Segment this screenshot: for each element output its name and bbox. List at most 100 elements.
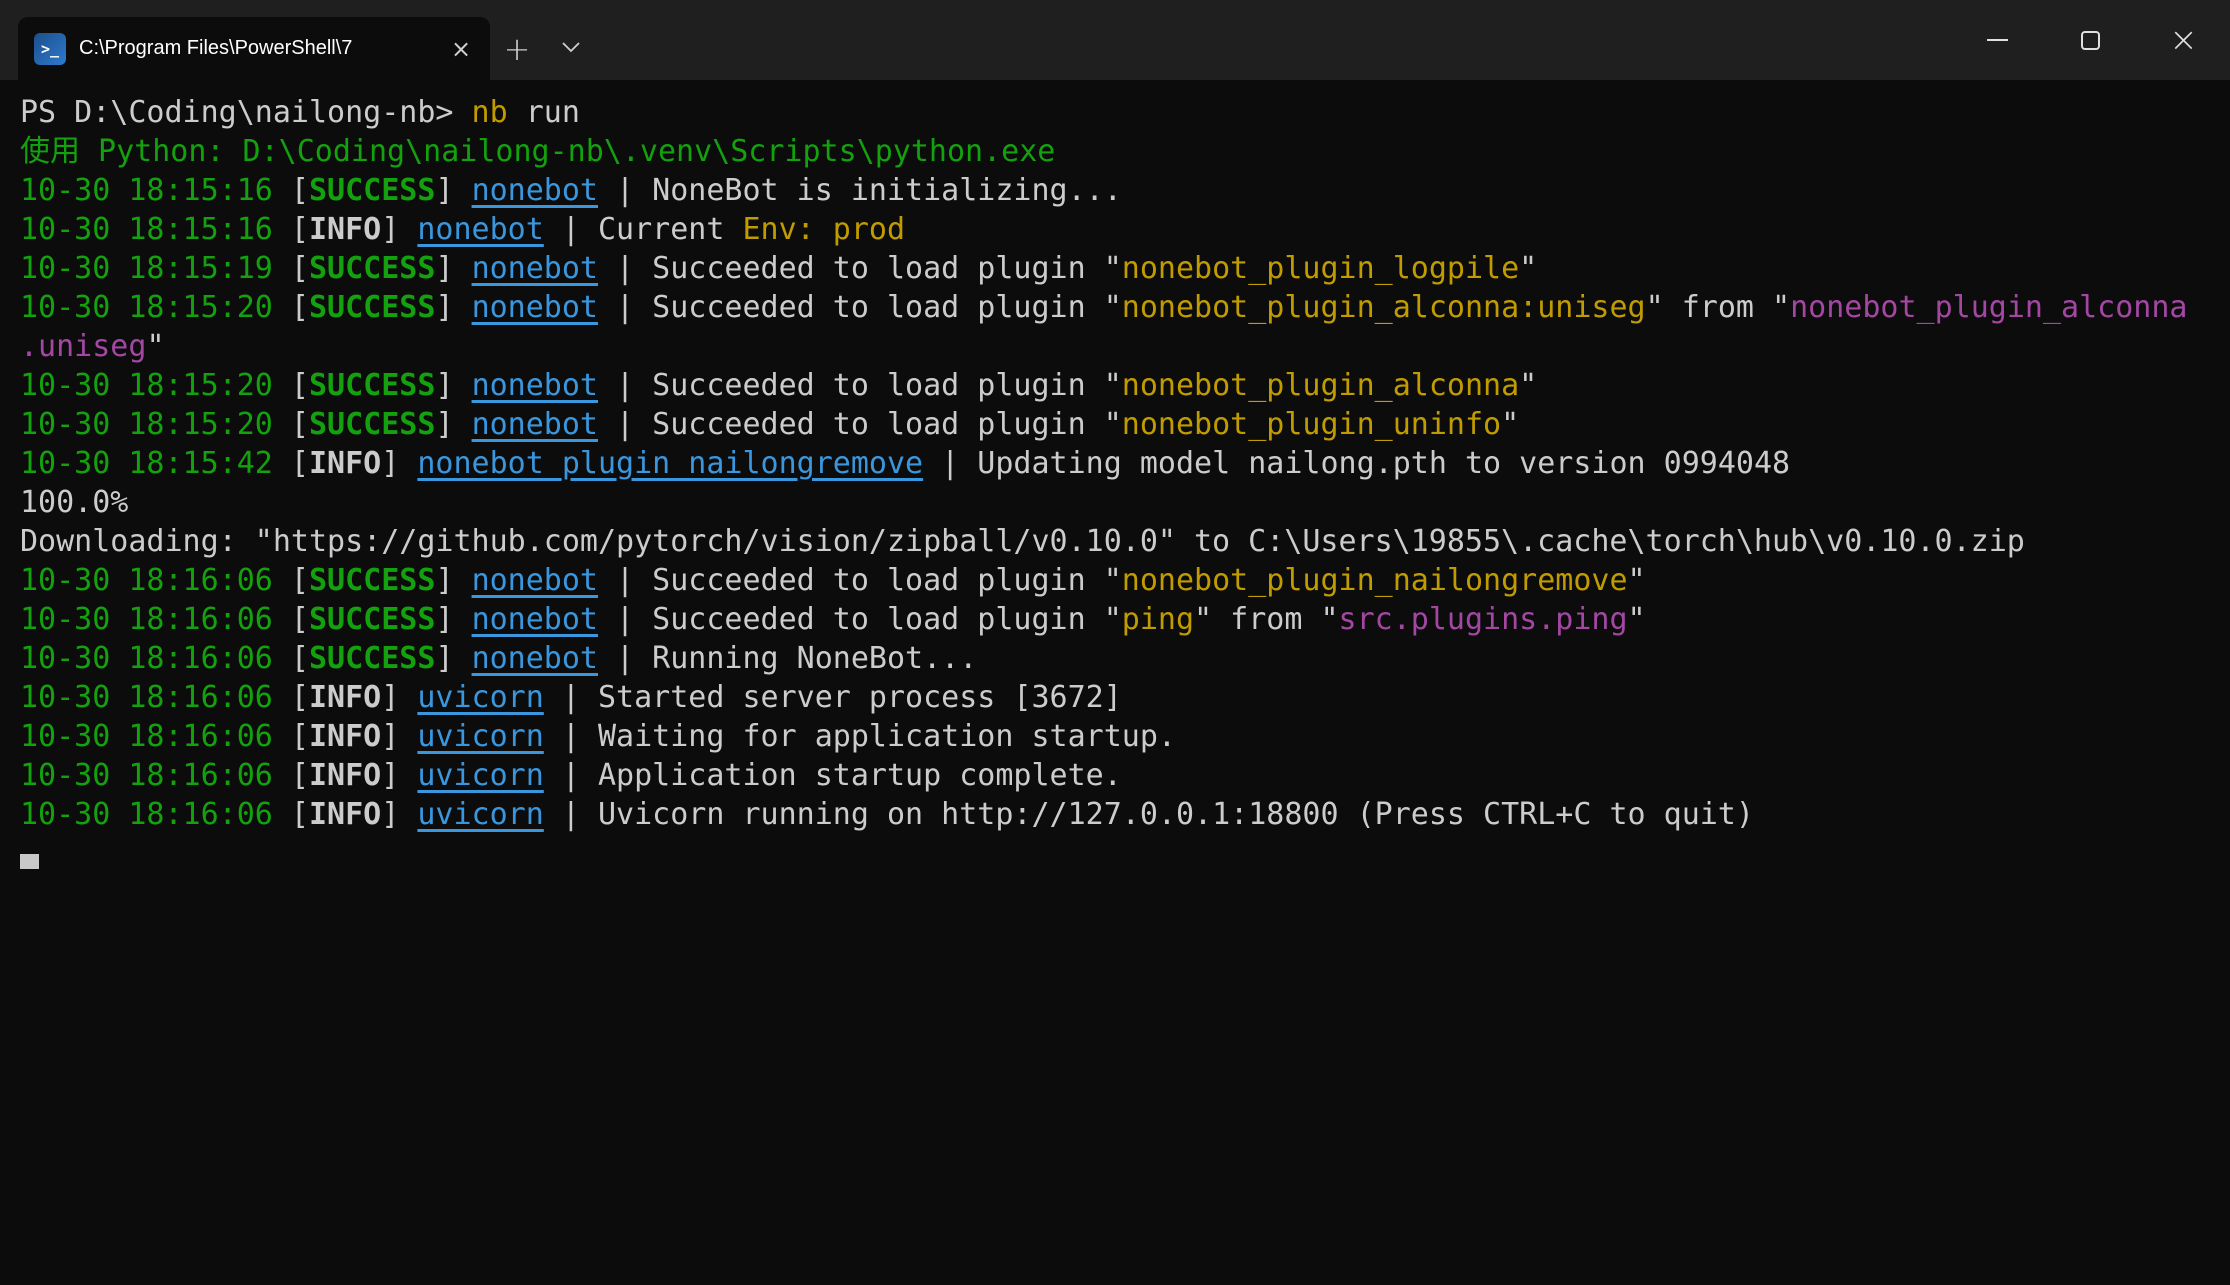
log-text: nonebot_plugin_uninfo: [1122, 407, 1501, 442]
logger-name: nonebot: [472, 407, 598, 442]
terminal-line: 10-30 18:15:19 [SUCCESS] nonebot | Succe…: [20, 249, 2210, 288]
log-text: | Succeeded to load plugin ": [598, 251, 1122, 286]
log-text: [: [273, 407, 309, 442]
log-text: Env: prod: [743, 212, 906, 247]
logger-name: nonebot: [472, 602, 598, 637]
log-text: [: [273, 563, 309, 598]
log-text: | Succeeded to load plugin ": [598, 290, 1122, 325]
log-text: 10-30 18:15:20: [20, 368, 273, 403]
log-text: ": [146, 329, 164, 364]
log-text: src.plugins.ping: [1339, 602, 1628, 637]
terminal-line: PS D:\Coding\nailong-nb> nb run: [20, 93, 2210, 132]
log-text: | Succeeded to load plugin ": [598, 407, 1122, 442]
log-text: 10-30 18:15:42: [20, 446, 273, 481]
log-text: SUCCESS: [309, 563, 435, 598]
log-text: | NoneBot is initializing...: [598, 173, 1122, 208]
log-text: 10-30 18:16:06: [20, 563, 273, 598]
logger-name: nonebot: [472, 368, 598, 403]
log-text: ]: [381, 446, 417, 481]
log-text: 10-30 18:15:16: [20, 212, 273, 247]
log-text: ]: [435, 290, 471, 325]
log-text: [: [273, 719, 309, 754]
tab-dropdown-button[interactable]: [544, 17, 598, 80]
logger-name: uvicorn: [417, 719, 543, 754]
log-text: | Current: [544, 212, 743, 247]
new-tab-button[interactable]: +: [490, 17, 544, 80]
log-text: nonebot_plugin_nailongremove: [1122, 563, 1628, 598]
terminal-line: 10-30 18:16:06 [INFO] uvicorn | Applicat…: [20, 756, 2210, 795]
log-text: nonebot_plugin_logpile: [1122, 251, 1519, 286]
maximize-button[interactable]: [2044, 0, 2137, 80]
tab-title: C:\Program Files\PowerShell\7: [79, 37, 429, 60]
log-text: INFO: [309, 719, 381, 754]
terminal-window: >_ C:\Program Files\PowerShell\7 × + × P…: [0, 0, 2230, 873]
log-text: 10-30 18:15:16: [20, 173, 273, 208]
terminal-line: Downloading: "https://github.com/pytorch…: [20, 522, 2210, 561]
chevron-down-icon: [562, 41, 580, 56]
log-text: 10-30 18:16:06: [20, 680, 273, 715]
terminal-line: .uniseg": [20, 327, 2210, 366]
log-text: INFO: [309, 212, 381, 247]
terminal-line: 使用 Python: D:\Coding\nailong-nb\.venv\Sc…: [20, 132, 2210, 171]
terminal-line: 10-30 18:15:42 [INFO] nonebot_plugin_nai…: [20, 444, 2210, 483]
log-text: 10-30 18:16:06: [20, 602, 273, 637]
log-text: [: [273, 212, 309, 247]
log-text: SUCCESS: [309, 290, 435, 325]
log-text: nb: [472, 95, 508, 130]
log-text: INFO: [309, 797, 381, 832]
log-text: ": [1519, 368, 1537, 403]
log-text: " from ": [1194, 602, 1339, 637]
log-text: ": [1628, 563, 1646, 598]
tab-powershell[interactable]: >_ C:\Program Files\PowerShell\7 ×: [18, 17, 490, 80]
logger-name: nonebot: [472, 290, 598, 325]
terminal-output: PS D:\Coding\nailong-nb> nb run使用 Python…: [20, 93, 2210, 834]
log-text: | Waiting for application startup.: [544, 719, 1176, 754]
log-text: [: [273, 758, 309, 793]
minimize-button[interactable]: [1951, 0, 2044, 80]
log-text: nonebot_plugin_alconna: [1122, 368, 1519, 403]
log-text: | Uvicorn running on http://127.0.0.1:18…: [544, 797, 1754, 832]
terminal-line: 10-30 18:15:16 [INFO] nonebot | Current …: [20, 210, 2210, 249]
log-text: ]: [435, 641, 471, 676]
terminal-viewport[interactable]: PS D:\Coding\nailong-nb> nb run使用 Python…: [0, 80, 2230, 873]
log-text: ]: [435, 368, 471, 403]
log-text: SUCCESS: [309, 251, 435, 286]
log-text: ]: [435, 602, 471, 637]
powershell-icon: >_: [34, 33, 66, 65]
close-button[interactable]: ×: [2137, 0, 2230, 80]
log-text: " from ": [1646, 290, 1791, 325]
log-text: SUCCESS: [309, 368, 435, 403]
log-text: Downloading: "https://github.com/pytorch…: [20, 524, 2025, 559]
log-text: 10-30 18:16:06: [20, 758, 273, 793]
log-text: | Succeeded to load plugin ": [598, 563, 1122, 598]
log-text: [: [273, 641, 309, 676]
terminal-line: 10-30 18:16:06 [SUCCESS] nonebot | Succe…: [20, 600, 2210, 639]
log-text: ]: [435, 407, 471, 442]
terminal-cursor: [20, 854, 39, 869]
log-text: 10-30 18:16:06: [20, 641, 273, 676]
log-text: ping: [1122, 602, 1194, 637]
terminal-line: 10-30 18:16:06 [INFO] uvicorn | Waiting …: [20, 717, 2210, 756]
terminal-line: 100.0%: [20, 483, 2210, 522]
tab-close-button[interactable]: ×: [442, 30, 480, 68]
log-text: INFO: [309, 680, 381, 715]
log-text: | Application startup complete.: [544, 758, 1122, 793]
logger-name: uvicorn: [417, 797, 543, 832]
log-text: [: [273, 290, 309, 325]
log-text: | Succeeded to load plugin ": [598, 368, 1122, 403]
log-text: [: [273, 680, 309, 715]
log-text: ]: [435, 563, 471, 598]
logger-name: uvicorn: [417, 758, 543, 793]
maximize-icon: [2081, 31, 2100, 50]
terminal-line: 10-30 18:16:06 [SUCCESS] nonebot | Runni…: [20, 639, 2210, 678]
log-text: [: [273, 602, 309, 637]
terminal-line: 10-30 18:16:06 [INFO] uvicorn | Started …: [20, 678, 2210, 717]
log-text: | Succeeded to load plugin ": [598, 602, 1122, 637]
log-text: ]: [381, 680, 417, 715]
window-controls: ×: [1951, 0, 2230, 80]
terminal-line: 10-30 18:15:20 [SUCCESS] nonebot | Succe…: [20, 366, 2210, 405]
log-text: ]: [381, 758, 417, 793]
log-text: [: [273, 446, 309, 481]
log-text: | Updating model nailong.pth to version …: [923, 446, 1790, 481]
logger-name: nonebot_plugin_nailongremove: [417, 446, 923, 481]
